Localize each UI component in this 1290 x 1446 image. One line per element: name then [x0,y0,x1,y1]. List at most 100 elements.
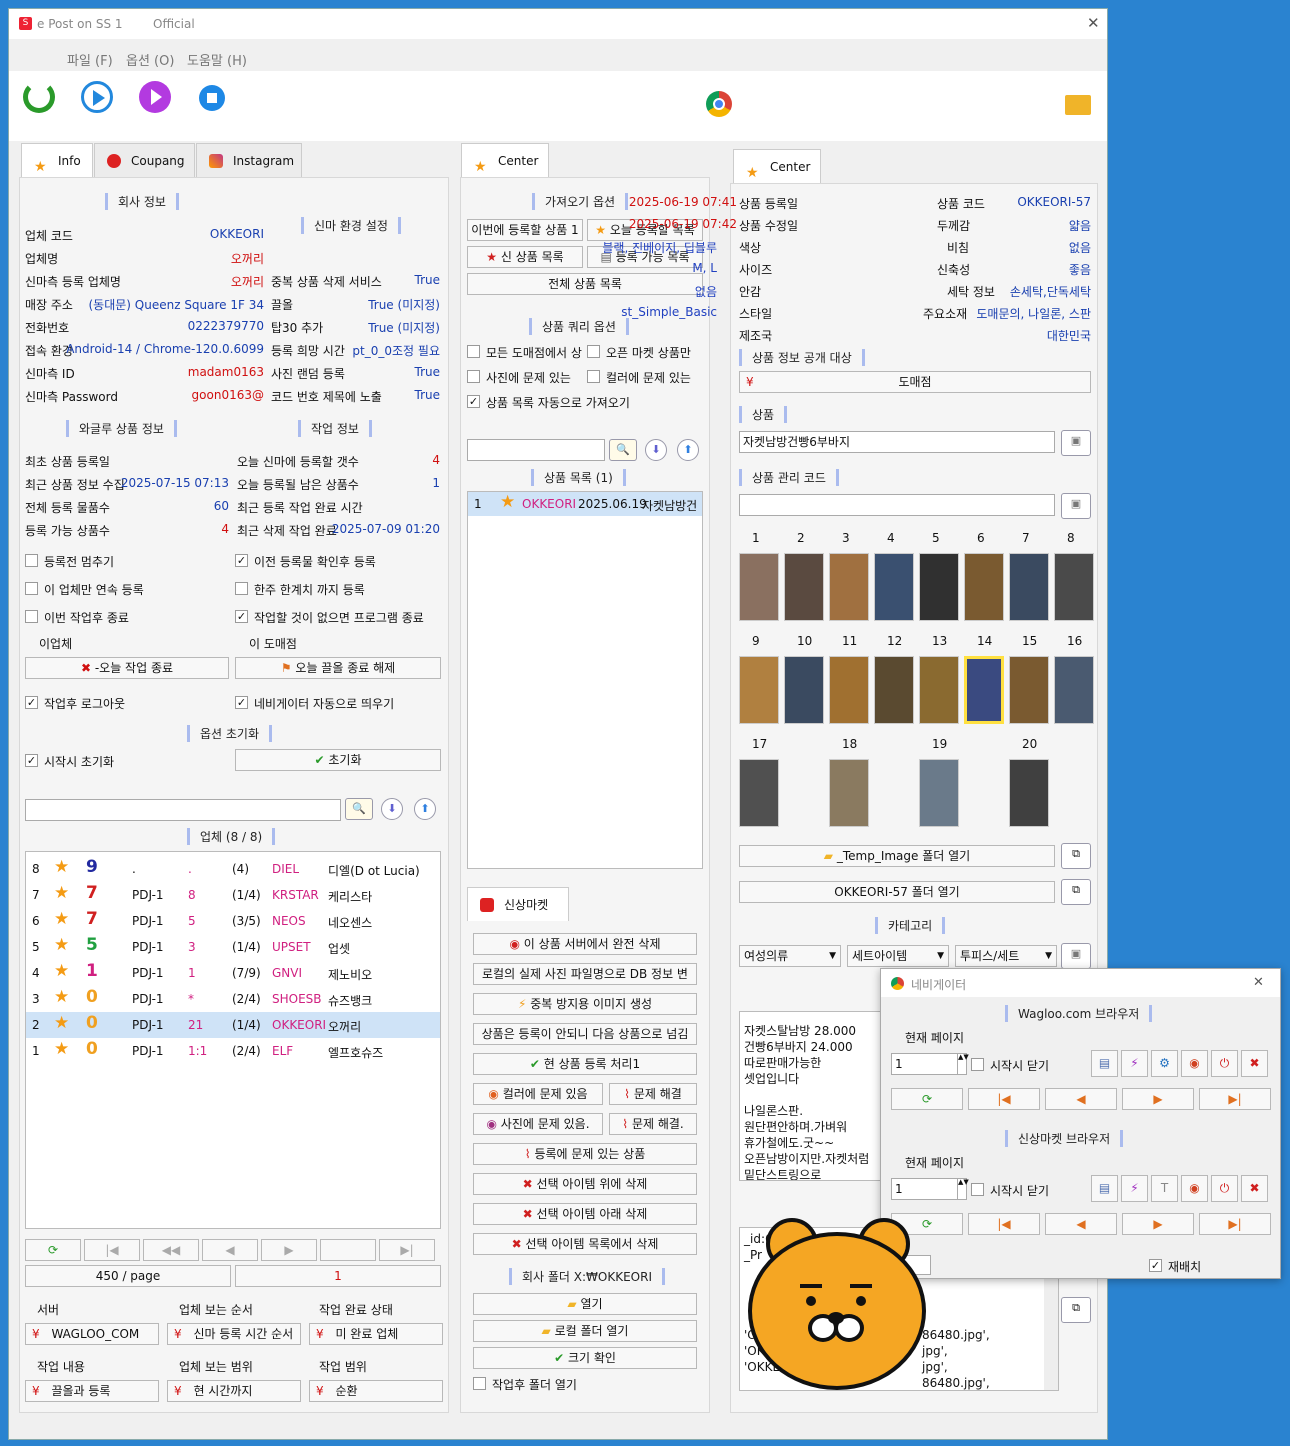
product-folder-button[interactable]: OKKEORI-57 폴더 열기 [739,881,1055,903]
product-thumbnail[interactable] [739,553,779,621]
copy-icon[interactable]: ⧉ [1061,879,1091,905]
next-icon[interactable]: ▶ [1122,1213,1194,1235]
end-program-checkbox[interactable]: ✓ [235,610,248,623]
last-icon[interactable]: ▶| [379,1239,435,1261]
down-icon[interactable]: ⬇ [381,798,403,820]
page-input[interactable]: 1 [891,1053,967,1075]
product-thumbnail[interactable] [1054,656,1094,724]
reset-button[interactable]: ✔ 초기화 [235,749,441,771]
product-thumbnail[interactable] [784,553,824,621]
up-icon[interactable]: ⬆ [677,439,699,461]
stop-icon[interactable] [199,85,225,111]
flash-icon[interactable]: ⚡ [1121,1175,1148,1202]
vendor-row[interactable]: 5 ★ 5 PDJ-1 3 (1/4) UPSET 업셋 [26,934,440,960]
screen-icon[interactable]: ▤ [1091,1175,1118,1202]
release-button[interactable]: ⚑ 오늘 끌올 종료 해제 [235,657,441,679]
search-icon[interactable]: 🔍 [345,798,373,820]
flash-icon[interactable]: ⚡ [1121,1050,1148,1077]
check-prev-checkbox[interactable]: ✓ [235,554,248,567]
refresh-icon[interactable]: ⟳ [891,1088,963,1110]
fetch-all-button[interactable]: 전체 상품 목록 [467,273,703,295]
chrome-icon[interactable] [706,91,732,117]
last-icon[interactable]: ▶| [1199,1213,1271,1235]
vendor-row[interactable]: 3 ★ 0 PDJ-1 * (2/4) SHOESB 슈즈뱅크 [26,986,440,1012]
save-icon[interactable]: ▣ [1061,430,1091,456]
auto-fetch-checkbox[interactable]: ✓ [467,395,480,408]
product-thumbnail[interactable] [1009,553,1049,621]
product-name-input[interactable]: 자켓남방건빵6부바지 [739,431,1055,453]
stop-before-checkbox[interactable] [25,554,38,567]
refresh-icon[interactable]: ⟳ [25,1239,81,1261]
save-icon[interactable]: ▣ [1061,493,1091,519]
sinsang-button-0[interactable]: ◉ 이 상품 서버에서 완전 삭제 [473,933,697,955]
search-icon[interactable]: 🔍 [609,439,637,461]
category-dropdown[interactable]: 여성의류 ▼ [739,945,841,967]
this-vendor-checkbox[interactable] [25,582,38,595]
product-row[interactable]: 1 ★ OKKEORI 2025.06.19 자켓남방건 [468,492,702,516]
product-thumbnail[interactable] [829,656,869,724]
dropdown-v3[interactable]: ¥ 미 완료 업체 [309,1323,443,1345]
menu-help[interactable]: 도움말 (H) [187,50,247,69]
description-box[interactable]: 자켓스탈남방 28.000 건빵6부바지 24.000 따로판매가능한 셋업입니다 나일… [739,1011,883,1181]
tab-center[interactable]: ★ Center [461,143,549,177]
play-all-icon[interactable] [139,81,171,113]
tab-sinsang[interactable]: 신상마켓 [467,887,569,921]
prev-icon[interactable]: ◀ [202,1239,258,1261]
product-thumbnail[interactable] [919,553,959,621]
chrome-icon[interactable]: ◉ [1181,1050,1208,1077]
sinsang-button-12[interactable]: ✖ 선택 아이템 목록에서 삭제 [473,1233,697,1255]
product-thumbnail[interactable] [874,656,914,724]
sinsang-button-2[interactable]: ⚡ 중복 방지용 이미지 생성 [473,993,697,1015]
category-dropdown[interactable]: 세트아이템 ▼ [847,945,949,967]
product-thumbnail[interactable] [874,553,914,621]
sinsang-button-11[interactable]: ✖ 선택 아이템 아래 삭제 [473,1203,697,1225]
first-icon[interactable]: |◀ [84,1239,140,1261]
product-thumbnail[interactable] [784,656,824,724]
page-input[interactable]: 1 [891,1178,967,1200]
copy-icon[interactable]: ⧉ [1061,1297,1091,1323]
dropdown-v4[interactable]: ¥ 끌올과 등록 [25,1380,159,1402]
week-limit-checkbox[interactable] [235,582,248,595]
close-icon[interactable]: ✖ [1241,1175,1268,1202]
open-folder-button[interactable]: ▰ 열기 [473,1293,697,1315]
product-search-input[interactable] [467,439,605,461]
save-icon[interactable]: ▣ [1061,943,1091,969]
tab-right-center[interactable]: ★ Center [733,149,821,183]
play-icon[interactable] [81,81,113,113]
init-on-start-checkbox[interactable]: ✓ [25,754,38,767]
vendor-list[interactable]: 8 ★ 9.. (4) DIEL 디엘(D ot Lucia) 7 ★ 7 PDJ-1 8 (1/4)… [25,851,441,1229]
close-icon[interactable]: ✕ [1253,975,1264,990]
next-icon[interactable]: ▶ [261,1239,317,1261]
sinsang-button-4[interactable]: ✔ 현 상품 등록 처리1 [473,1053,697,1075]
gear-icon[interactable]: ⚙ [1151,1050,1178,1077]
sinsang-button-3[interactable]: 상품은 등록이 안되니 다음 상품으로 넘김 [473,1023,697,1045]
vendor-search-input[interactable] [25,799,341,821]
product-thumbnail[interactable] [1009,656,1049,724]
menu-file[interactable]: 파일 (F) [67,50,113,69]
product-thumbnail[interactable] [964,553,1004,621]
tab-coupang[interactable]: Coupang [94,143,195,177]
product-thumbnail[interactable] [829,759,869,827]
product-thumbnail[interactable] [829,553,869,621]
sinsang-button-7[interactable]: ◉ 사진에 문제 있음. [473,1113,603,1135]
spinner[interactable]: ▲▼ [957,1178,969,1200]
prev-icon[interactable]: ◀ [1045,1213,1117,1235]
sinsang-button-6[interactable]: ⌇ 문제 해결 [609,1083,697,1105]
first-icon[interactable]: |◀ [968,1088,1040,1110]
page-number[interactable]: 1 [235,1265,441,1287]
product-list[interactable]: 1 ★ OKKEORI 2025.06.19 자켓남방건 [467,491,703,869]
close-icon[interactable]: ✕ [1087,14,1100,32]
end-after-checkbox[interactable] [25,610,38,623]
vendor-row[interactable]: 2 ★ 0 PDJ-1 21 (1/4) OKKEORI 오꺼리 [26,1012,440,1038]
color-problem-checkbox[interactable] [587,370,600,383]
dropdown-v2[interactable]: ¥ 신마 등록 시간 순서 [167,1323,301,1345]
photo-problem-checkbox[interactable] [467,370,480,383]
spinner[interactable]: ▲▼ [957,1053,969,1075]
public-dropdown[interactable]: ¥ 도매점 [739,371,1091,393]
mgmt-code-input[interactable] [739,494,1055,516]
fetch-this-button[interactable]: 이번에 등록할 상품 1 [467,219,583,241]
auto-nav-checkbox[interactable]: ✓ [235,696,248,709]
sinsang-button-5[interactable]: ◉ 컬러에 문제 있음 [473,1083,603,1105]
close-on-start-checkbox[interactable] [971,1058,984,1071]
power-icon[interactable]: ⏻ [1211,1175,1238,1202]
